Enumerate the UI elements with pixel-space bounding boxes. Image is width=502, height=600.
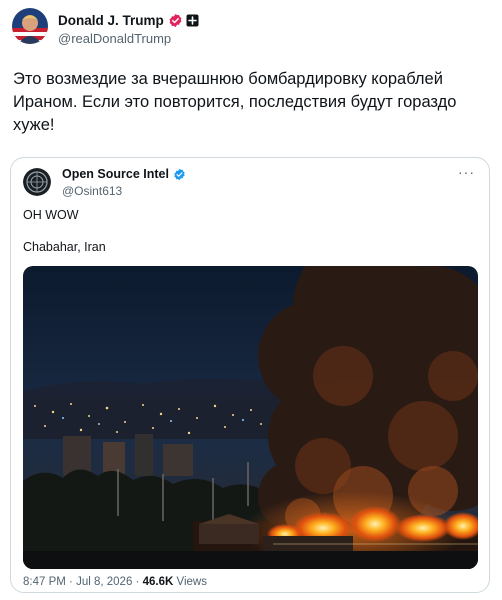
author-handle[interactable]: @realDonaldTrump (58, 31, 199, 46)
quote-media-image[interactable] (23, 266, 478, 569)
quote-author-avatar[interactable] (23, 168, 51, 196)
author-avatar[interactable] (12, 8, 48, 44)
more-icon[interactable]: ··· (458, 164, 475, 180)
quote-author-handle[interactable]: @Osint613 (62, 184, 186, 198)
post-date[interactable]: Jul 8, 2026 (76, 576, 132, 588)
separator-dot: · (135, 576, 140, 588)
post-metadata: 8:47 PM · Jul 8, 2026 · 46.6K Views (23, 576, 207, 588)
views-count: 46.6K (142, 576, 174, 588)
quote-header: Open Source Intel @Osint613 (23, 166, 186, 198)
post-header: Donald J. Trump @realDonaldTrump (12, 8, 199, 46)
post-text: Это возмездие за вчерашнюю бомбардировку… (13, 70, 457, 134)
quote-text-line: OH WOW (23, 208, 79, 222)
author-name[interactable]: Donald J. Trump (58, 13, 164, 28)
verified-badge-icon (168, 13, 183, 28)
quote-location-line: Chabahar, Iran (23, 240, 106, 254)
quoted-post-card[interactable]: Open Source Intel @Osint613 ··· OH WOW C… (10, 157, 490, 593)
views-label: Views (176, 576, 207, 588)
separator-dot: · (69, 576, 73, 588)
quote-author-name[interactable]: Open Source Intel (62, 167, 169, 181)
government-badge-icon (186, 14, 199, 27)
verified-badge-icon (173, 168, 186, 181)
post-time[interactable]: 8:47 PM (23, 576, 66, 588)
